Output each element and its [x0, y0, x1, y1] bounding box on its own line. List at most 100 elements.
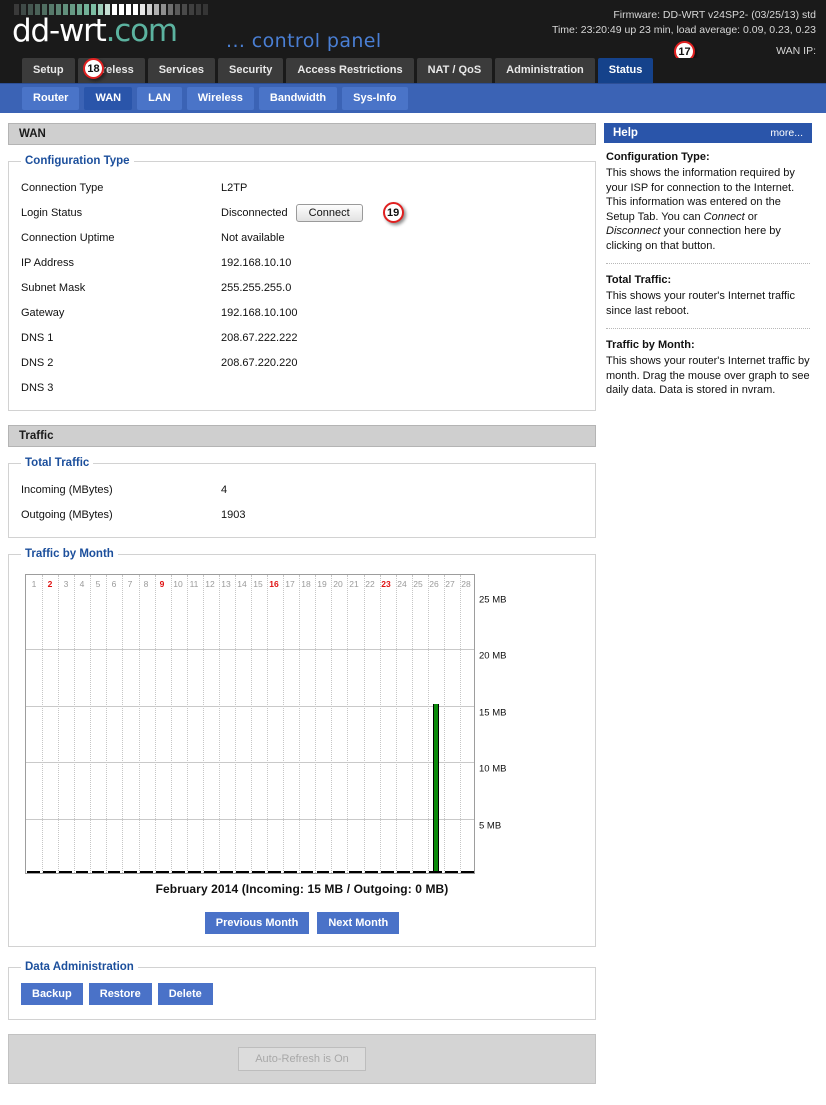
config-row-label: DNS 3	[21, 381, 54, 394]
help-content: Configuration Type: This shows the inform…	[604, 143, 812, 398]
help-section-body: This shows your router's Internet traffi…	[606, 355, 810, 396]
tab-status[interactable]: Status	[597, 58, 654, 83]
subtab-lan[interactable]: LAN	[137, 87, 182, 110]
system-time: Time: 23:20:49 up 23 min, load average: …	[551, 24, 816, 36]
tab-nat-qos[interactable]: NAT / QoS	[416, 58, 493, 83]
config-value-text: Disconnected	[221, 206, 288, 219]
annotation-marker-17: 17	[674, 41, 695, 58]
traffic-row: Incoming (MBytes) 4	[21, 477, 583, 502]
chart-y-tick-label: 10 MB	[479, 763, 507, 775]
logo-tick	[189, 4, 194, 15]
control-panel-title: ... control panel	[226, 30, 382, 52]
config-value-text: L2TP	[221, 181, 248, 194]
config-row: DNS 1 208.67.222.222	[21, 325, 583, 350]
logo-text: dd-wrt.com	[12, 13, 208, 49]
config-row-value: 208.67.220.220	[221, 357, 297, 369]
config-row-value: 192.168.10.10	[221, 257, 291, 269]
tab-setup[interactable]: Setup	[22, 58, 75, 83]
chart-y-tick-label: 15 MB	[479, 707, 507, 719]
help-header: Help more...	[604, 123, 812, 143]
chart-y-axis-labels: 5 MB 10 MB 15 MB 20 MB 25 MB	[23, 574, 506, 874]
config-value-text: 208.67.222.222	[221, 331, 298, 344]
subtab-router[interactable]: Router	[22, 87, 80, 110]
subtab-wan[interactable]: WAN	[84, 87, 133, 110]
subtab-wireless[interactable]: Wireless	[186, 87, 254, 110]
traffic-row-label: Outgoing (MBytes)	[21, 508, 113, 521]
total-traffic-rows: Incoming (MBytes) 4 Outgoing (MBytes) 1903	[21, 477, 583, 527]
annotation-marker-19: 19	[382, 202, 404, 223]
data-administration-legend: Data Administration	[25, 961, 134, 973]
configuration-rows: Connection Type L2TP Login Status Disconnec…	[21, 175, 583, 400]
config-row-label: Subnet Mask	[21, 281, 86, 294]
delete-button[interactable]: Delete	[157, 983, 213, 1005]
config-row: Connection Uptime Not available	[21, 225, 583, 250]
traffic-by-month-legend: Traffic by Month	[25, 548, 114, 560]
auto-refresh-bar: Auto-Refresh is On	[8, 1034, 596, 1084]
auto-refresh-button[interactable]: Auto-Refresh is On	[238, 1047, 366, 1071]
configuration-type-legend: Configuration Type	[25, 155, 130, 167]
help-more-link[interactable]: more...	[770, 127, 803, 139]
firmware-version: Firmware: DD-WRT v24SP2- (03/25/13) std	[613, 9, 816, 21]
traffic-by-month-section: Traffic by Month 1 2 3 4 5 6 7 8 9 10 11 12 13 14 15 16…	[8, 548, 596, 947]
backup-button[interactable]: Backup	[21, 983, 83, 1005]
help-section-heading: Configuration Type:	[606, 151, 710, 163]
config-row-label: IP Address	[21, 256, 74, 269]
config-row-value: Not available	[221, 232, 285, 244]
help-section-body: This shows your router's Internet traffi…	[606, 290, 795, 317]
help-title: Help	[613, 127, 638, 139]
traffic-chart[interactable]: 1 2 3 4 5 6 7 8 9 10 11 12 13 14 15 16 17 18 19 20 21 22 23 24 2…	[21, 568, 583, 936]
connect-button[interactable]: Connect	[295, 203, 363, 222]
config-row-value: 192.168.10.100	[221, 307, 297, 319]
config-row-value: 255.255.255.0	[221, 282, 291, 294]
traffic-row-label: Incoming (MBytes)	[21, 483, 113, 496]
logo-main: dd-wrt	[12, 13, 107, 49]
annotation-marker-18: 18	[83, 58, 104, 79]
config-row-label: DNS 1	[21, 331, 54, 344]
config-row-value: L2TP	[221, 182, 247, 194]
help-divider	[606, 263, 810, 264]
tab-security[interactable]: Security	[217, 58, 284, 83]
tab-administration[interactable]: Administration	[495, 58, 595, 83]
config-row: DNS 2 208.67.220.220	[21, 350, 583, 375]
main-content: WAN Configuration Type Connection Type L2…	[8, 123, 596, 1097]
traffic-title: Traffic	[8, 425, 596, 447]
config-row: Connection Type L2TP	[21, 175, 583, 200]
data-administration-section: Data Administration Backup Restore Delet…	[8, 961, 596, 1020]
help-section-heading: Total Traffic:	[606, 274, 672, 286]
config-row: DNS 3	[21, 375, 583, 400]
config-value-text: 255.255.255.0	[221, 281, 292, 294]
chart-y-tick-label: 20 MB	[479, 650, 507, 662]
page-title: WAN	[8, 123, 596, 145]
chart-navigation: Previous Month Next Month	[23, 912, 581, 934]
help-sidebar: Help more... Configuration Type: This sho…	[604, 123, 812, 1097]
restore-button[interactable]: Restore	[88, 983, 152, 1005]
total-traffic-section: Total Traffic Incoming (MBytes) 4 Outgoing…	[8, 457, 596, 538]
chart-caption: February 2014 (Incoming: 15 MB / Outgoin…	[155, 882, 449, 896]
configuration-type-section: Configuration Type Connection Type L2TP Lo…	[8, 155, 596, 411]
config-row-value: Disconnected Connect 19	[221, 202, 404, 223]
page-body: WAN Configuration Type Connection Type L2…	[0, 113, 826, 1105]
previous-month-button[interactable]: Previous Month	[204, 912, 310, 934]
logo-tick	[203, 4, 208, 15]
app-header: dd-wrt.com ... control panel Firmware: D…	[0, 0, 826, 58]
logo-suffix: .com	[105, 13, 178, 49]
config-row-value: 208.67.222.222	[221, 332, 297, 344]
subtab-bandwidth[interactable]: Bandwidth	[258, 87, 338, 110]
help-divider	[606, 328, 810, 329]
subtab-sys-info[interactable]: Sys-Info	[342, 87, 408, 110]
config-row: Subnet Mask 255.255.255.0	[21, 275, 583, 300]
chart-y-tick-label: 25 MB	[479, 594, 507, 606]
config-value-text: Not available	[221, 231, 285, 244]
chart-y-tick-label: 5 MB	[479, 820, 502, 832]
config-row: Login Status Disconnected Connect 19	[21, 200, 583, 225]
config-row-label: Connection Type	[21, 181, 104, 194]
next-month-button[interactable]: Next Month	[317, 912, 400, 934]
logo-tick	[196, 4, 201, 15]
logo-tick	[182, 4, 187, 15]
config-row-label: Login Status	[21, 206, 83, 219]
config-row: Gateway 192.168.10.100	[21, 300, 583, 325]
config-value-text: 192.168.10.10	[221, 256, 292, 269]
tab-access-restrictions[interactable]: Access Restrictions	[286, 58, 414, 83]
tab-services[interactable]: Services	[147, 58, 215, 83]
config-value-text: 208.67.220.220	[221, 356, 298, 369]
